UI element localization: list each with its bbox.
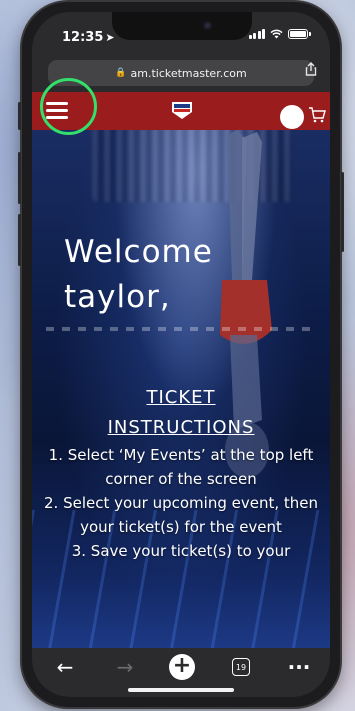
notch [112, 12, 252, 40]
instruction-step: 1. Select ‘My Events’ at the top left co… [48, 446, 314, 488]
hero-section: Welcome taylor, TICKET INSTRUCTIONS 1. S… [32, 130, 330, 650]
mute-switch [18, 102, 21, 130]
power-button [341, 172, 344, 252]
status-icons [248, 29, 311, 39]
wifi-icon [270, 29, 283, 39]
address-bar[interactable]: 🔒 am.ticketmaster.com [48, 60, 314, 86]
instruction-step: 3. Save your ticket(s) to your [71, 542, 291, 560]
signal-icon [248, 29, 265, 39]
more-icon[interactable]: ··· [286, 654, 312, 680]
divider-dashes [46, 327, 316, 331]
battery-icon [288, 29, 311, 39]
team-logo-icon [172, 102, 192, 119]
location-arrow-icon: ➤ [105, 31, 115, 44]
status-time: 12:35 ➤ [62, 30, 115, 45]
welcome-line: Welcome [64, 234, 213, 270]
camera-icon [203, 21, 212, 30]
volume-down-button [18, 214, 21, 266]
time-text: 12:35 [62, 30, 104, 45]
share-icon[interactable] [304, 62, 318, 76]
status-bar: 12:35 ➤ [32, 12, 330, 56]
url-text: am.ticketmaster.com [130, 66, 247, 80]
instructions-title: TICKET INSTRUCTIONS [107, 387, 255, 438]
lock-icon: 🔒 [115, 68, 127, 78]
home-indicator[interactable] [128, 688, 234, 692]
cart-icon[interactable] [308, 106, 326, 124]
avatar[interactable] [280, 105, 304, 129]
instruction-step: 2. Select your upcoming event, then your… [43, 494, 319, 536]
ticket-instructions: TICKET INSTRUCTIONS 1. Select ‘My Events… [32, 383, 330, 563]
back-arrow-icon[interactable]: ← [52, 654, 78, 680]
forward-arrow-icon[interactable]: → [112, 654, 138, 680]
volume-up-button [18, 152, 21, 204]
welcome-heading: Welcome taylor, [64, 230, 213, 320]
new-tab-plus-icon[interactable]: + [169, 654, 195, 680]
highlight-circle [40, 78, 97, 135]
tabs-icon[interactable]: 19 [228, 654, 254, 680]
user-name: taylor, [64, 279, 171, 315]
tab-count: 19 [232, 658, 250, 676]
